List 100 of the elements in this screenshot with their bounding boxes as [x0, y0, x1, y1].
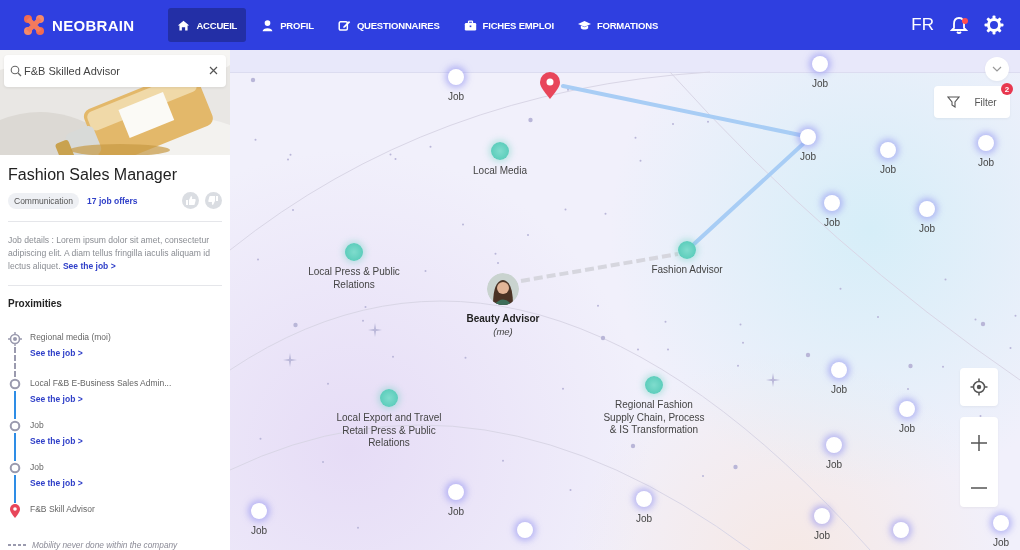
section-heading: Proximities — [8, 298, 63, 309]
step-label: Regional media (moi) — [30, 332, 111, 343]
star-dot — [600, 335, 606, 341]
nav-tab[interactable]: FICHES EMPLOI — [454, 8, 563, 42]
node-label: Job — [250, 525, 268, 538]
domain-node[interactable] — [345, 243, 363, 261]
job-node[interactable] — [899, 401, 915, 417]
node-label: Job — [879, 164, 897, 177]
job-node[interactable] — [826, 437, 842, 453]
node-title: Beauty Advisor — [466, 312, 540, 325]
star-dot — [733, 464, 738, 470]
sparkle-icon — [368, 323, 382, 337]
domain-node[interactable] — [645, 376, 663, 394]
filter-count-badge: 2 — [1001, 83, 1013, 95]
briefcase-icon — [463, 18, 477, 32]
job-node[interactable] — [824, 195, 840, 211]
job-node[interactable] — [831, 362, 847, 378]
close-icon[interactable] — [209, 66, 218, 75]
bell-icon[interactable] — [950, 16, 968, 34]
job-node[interactable] — [814, 508, 830, 524]
dashed-line-icon — [8, 542, 26, 548]
sparkle-icon — [283, 353, 297, 367]
node-label: Local Export and Travel Retail Press & Public Relations — [335, 412, 443, 450]
user-icon — [261, 18, 275, 32]
job-node[interactable] — [448, 484, 464, 500]
step-label: Local F&B E-Business Sales Admin... — [30, 378, 172, 389]
star-dot — [630, 443, 636, 449]
node-label: Job — [825, 459, 843, 472]
like-button[interactable] — [182, 192, 199, 209]
job-offers-link[interactable]: 17 job offers — [87, 195, 138, 206]
node-label: Regional Fashion Supply Chain, Process & IS Transformation — [602, 399, 706, 437]
step-circle-icon — [9, 420, 21, 432]
minus-icon — [971, 487, 987, 489]
node-label: Job — [830, 384, 848, 397]
search-field[interactable]: F&B Skilled Advisor — [4, 55, 226, 87]
node-label: Job — [992, 537, 1010, 550]
job-node[interactable] — [880, 142, 896, 158]
job-node[interactable] — [978, 135, 994, 151]
job-title: Fashion Sales Manager — [8, 166, 178, 184]
see-job-link[interactable]: See the job > — [30, 394, 172, 404]
node-label: Job — [813, 530, 831, 543]
nav-tab[interactable]: PROFIL — [252, 8, 323, 42]
search-icon — [10, 65, 22, 77]
node-label: Job — [823, 217, 841, 230]
nav-tab[interactable]: FORMATIONS — [568, 8, 668, 42]
job-node[interactable] — [919, 201, 935, 217]
node-subtitle: (me) — [493, 325, 513, 338]
brand-name: NEOBRAIN — [52, 16, 135, 34]
node-label: Job — [898, 423, 916, 436]
sparkle-icon — [766, 373, 780, 387]
see-job-link[interactable]: See the job > — [30, 478, 83, 488]
step-circle-icon — [9, 462, 21, 474]
job-node[interactable] — [251, 503, 267, 519]
node-label: Job — [799, 151, 817, 164]
thumbs-up-icon — [185, 195, 196, 206]
language-menu[interactable]: FR — [911, 15, 934, 35]
job-node[interactable] — [893, 522, 909, 538]
category-tag: Communication — [8, 192, 80, 209]
nav-tab[interactable]: QUESTIONNAIRES — [328, 8, 449, 42]
nav-tab[interactable]: ACCUEIL — [168, 8, 247, 42]
domain-node[interactable] — [678, 241, 696, 259]
locate-button[interactable] — [960, 368, 998, 406]
step-label: Job — [30, 420, 45, 431]
star-dot — [250, 77, 256, 83]
node-label: Job — [635, 513, 653, 526]
node-label: Job — [447, 506, 465, 519]
collapse-button[interactable] — [985, 57, 1009, 81]
domain-node[interactable] — [491, 142, 509, 160]
node-label: Local Media — [472, 165, 528, 178]
see-job-link[interactable]: See the job > — [62, 261, 116, 271]
avatar[interactable] — [487, 273, 519, 305]
chevron-down-icon — [992, 66, 1002, 72]
step-circle-icon — [9, 378, 21, 390]
node-label: Job — [811, 78, 829, 91]
map-pin-icon — [9, 504, 21, 518]
see-job-link[interactable]: See the job > — [30, 436, 83, 446]
star-dot — [528, 117, 533, 123]
plus-icon — [971, 435, 987, 451]
node-label: Job — [977, 157, 995, 170]
job-node[interactable] — [517, 522, 533, 538]
target-icon — [8, 332, 22, 346]
see-job-link[interactable]: See the job > — [30, 348, 111, 358]
job-node[interactable] — [448, 69, 464, 85]
star-dot — [293, 322, 298, 328]
filter-icon — [947, 96, 961, 108]
job-node[interactable] — [636, 491, 652, 507]
job-node[interactable] — [993, 515, 1009, 531]
map-pin-icon — [539, 72, 561, 100]
domain-node[interactable] — [380, 389, 398, 407]
job-details-text: Job details : Lorem ipsum dolor sit amet, consectetur adipiscing elit. A diam tellus fringilla iaculis aliquam id lectus aliquet. See the job > — [8, 234, 212, 273]
dislike-button[interactable] — [205, 192, 222, 209]
node-label: Job — [447, 91, 465, 104]
step-label: Job — [30, 462, 45, 473]
node-label: Fashion Advisor — [650, 264, 724, 277]
star-dot — [805, 352, 811, 358]
graduation-cap-icon — [577, 18, 591, 32]
node-label: Local Press & Public Relations — [307, 266, 401, 291]
job-node[interactable] — [800, 129, 816, 145]
legend-text: Mobility never done within the company — [32, 540, 178, 550]
settings-icon[interactable] — [984, 15, 1004, 35]
